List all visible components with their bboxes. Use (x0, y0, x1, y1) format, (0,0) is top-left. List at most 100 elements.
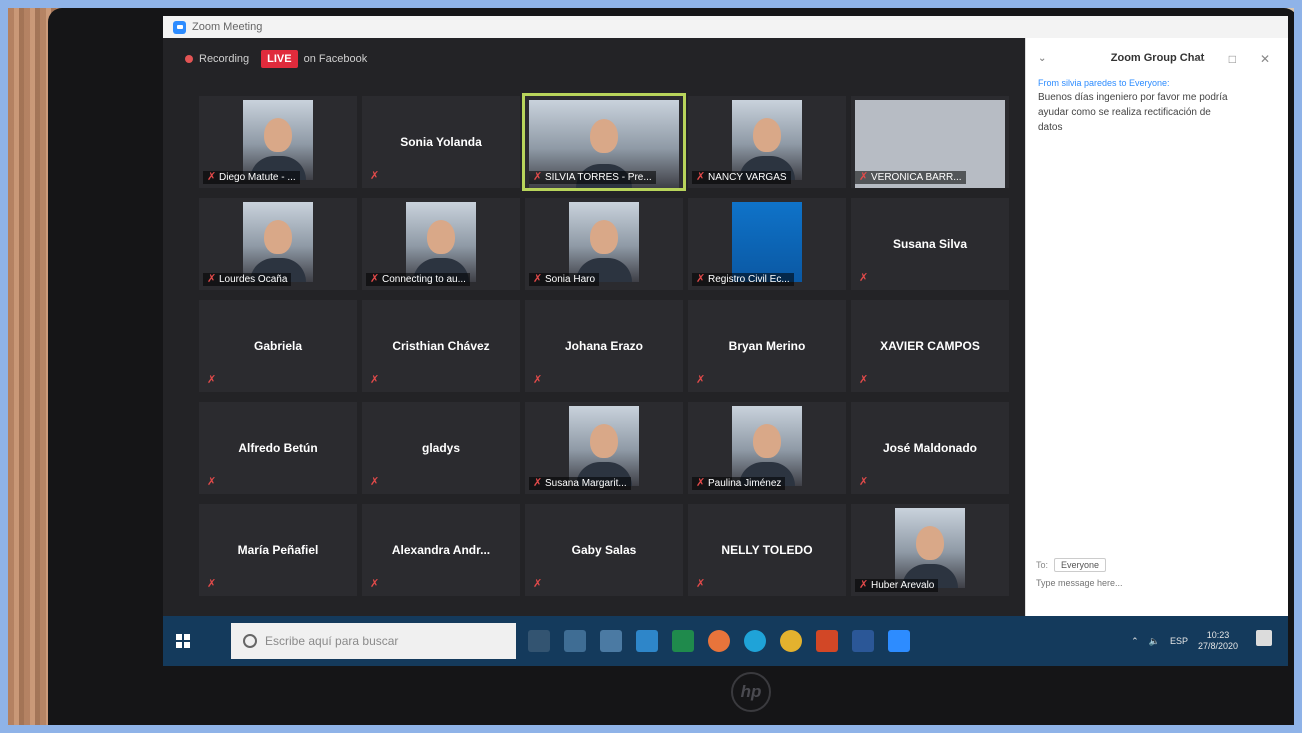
participant-tile[interactable]: NELLY TOLEDO ✗ (688, 504, 846, 596)
participant-name: SILVIA TORRES - Pre... (545, 172, 652, 183)
participant-tile[interactable]: Alfredo Betún ✗ (199, 402, 357, 494)
participant-tile[interactable]: ✗ VERONICA BARR... (851, 96, 1009, 188)
volume-icon[interactable]: 🔈 (1149, 636, 1160, 647)
participant-name: Diego Matute - ... (219, 172, 296, 183)
close-icon[interactable]: ✕ (1260, 52, 1270, 66)
mic-muted-icon: ✗ (859, 476, 869, 488)
start-button[interactable] (163, 623, 203, 659)
participant-face (264, 117, 292, 152)
participant-name: VERONICA BARR... (871, 172, 962, 183)
participant-tile[interactable]: Gabriela ✗ (199, 300, 357, 392)
recording-bar: Recording LIVE on Facebook (185, 50, 367, 68)
participant-tile[interactable]: gladys ✗ (362, 402, 520, 494)
firefox-icon[interactable] (708, 630, 730, 652)
participant-name: Registro Civil Ec... (708, 274, 790, 285)
participant-tile[interactable]: Susana Silva ✗ (851, 198, 1009, 290)
mic-muted-icon: ✗ (696, 171, 706, 183)
participant-name: Susana Silva (892, 237, 968, 251)
chevron-up-icon[interactable]: ⌃ (1131, 636, 1139, 647)
participant-name-label: ✗ Huber Arevalo (855, 579, 939, 592)
participant-video (895, 508, 965, 588)
participant-tile[interactable]: ✗ Sonia Haro (525, 198, 683, 290)
participant-face (590, 423, 618, 458)
live-badge[interactable]: LIVE (261, 50, 298, 68)
participant-name: Gaby Salas (571, 543, 637, 557)
monitor-bezel: hp Zoom Meeting — □ ✕ Recording LIVE on … (48, 8, 1294, 725)
participant-name-label: ✗ Lourdes Ocaña (203, 273, 292, 286)
participant-name-label: ✗ NANCY VARGAS (692, 171, 791, 184)
participant-video (732, 100, 802, 180)
participant-tile[interactable]: Cristhian Chávez ✗ (362, 300, 520, 392)
excel-icon[interactable] (672, 630, 694, 652)
chat-message-input[interactable] (1036, 578, 1266, 588)
participant-video (243, 202, 313, 282)
participant-name: Sonia Haro (545, 274, 596, 285)
participant-face (427, 219, 455, 254)
zoom-taskbar-icon[interactable] (888, 630, 910, 652)
calculator-icon[interactable] (564, 630, 586, 652)
participant-tile[interactable]: Bryan Merino ✗ (688, 300, 846, 392)
participant-tile[interactable]: María Peñafiel ✗ (199, 504, 357, 596)
participant-tile[interactable]: ✗ Lourdes Ocaña (199, 198, 357, 290)
participant-name: XAVIER CAMPOS (880, 339, 980, 353)
participant-name-label: ✗ Sonia Haro (529, 273, 600, 286)
participant-video (569, 202, 639, 282)
participant-tile[interactable]: José Maldonado ✗ (851, 402, 1009, 494)
clock[interactable]: 10:23 27/8/2020 (1198, 630, 1238, 652)
maximize-icon[interactable]: □ (1229, 52, 1236, 66)
mic-muted-icon: ✗ (370, 476, 380, 488)
participant-tile[interactable]: Alexandra Andr... ✗ (362, 504, 520, 596)
participant-tile[interactable]: ✗ Susana Margarit... (525, 402, 683, 494)
language-indicator[interactable]: ESP (1170, 636, 1188, 646)
system-tray: ⌃ 🔈 ESP 10:23 27/8/2020 (1131, 616, 1238, 666)
participant-tile[interactable]: Sonia Yolanda ✗ (362, 96, 520, 188)
participant-tile[interactable]: Johana Erazo ✗ (525, 300, 683, 392)
notification-center-icon[interactable] (1256, 630, 1272, 646)
participant-tile[interactable]: ✗ SILVIA TORRES - Pre... (522, 93, 686, 191)
minimize-icon[interactable]: — (1193, 52, 1205, 66)
participant-tile[interactable]: ✗ Diego Matute - ... (199, 96, 357, 188)
participant-name: Bryan Merino (728, 339, 806, 353)
participant-name: Connecting to au... (382, 274, 466, 285)
participant-face (590, 119, 618, 154)
store-icon[interactable] (600, 630, 622, 652)
participant-video (243, 100, 313, 180)
windows-taskbar: Escribe aquí para buscar ⌃ 🔈 ESP 10:23 2… (163, 616, 1288, 666)
chat-recipient-select[interactable]: Everyone (1054, 558, 1107, 572)
mic-muted-icon: ✗ (207, 374, 217, 386)
powerpoint-icon[interactable] (816, 630, 838, 652)
participant-name: Huber Arevalo (871, 580, 935, 591)
window-title: Zoom Meeting (192, 21, 263, 33)
window-controls: — □ ✕ (1193, 52, 1270, 66)
participant-tile[interactable]: ✗ Huber Arevalo (851, 504, 1009, 596)
chrome-icon[interactable] (780, 630, 802, 652)
screen: Zoom Meeting — □ ✕ Recording LIVE on Fac… (163, 16, 1288, 666)
participant-tile[interactable]: ✗ Connecting to au... (362, 198, 520, 290)
participant-tile[interactable]: ✗ Paulina Jiménez (688, 402, 846, 494)
room-background: hp Zoom Meeting — □ ✕ Recording LIVE on … (8, 8, 1294, 725)
mic-muted-icon: ✗ (533, 477, 543, 489)
recording-label[interactable]: Recording (199, 53, 249, 65)
word-icon[interactable] (852, 630, 874, 652)
mic-muted-icon: ✗ (207, 476, 217, 488)
participant-tile[interactable]: ✗ NANCY VARGAS (688, 96, 846, 188)
chevron-down-icon[interactable]: ⌄ (1038, 53, 1046, 64)
task-view-icon[interactable] (528, 630, 550, 652)
mic-muted-icon: ✗ (859, 171, 869, 183)
participant-tile[interactable]: ✗ Registro Civil Ec... (688, 198, 846, 290)
participant-name: Sonia Yolanda (400, 135, 482, 149)
edge-icon[interactable] (744, 630, 766, 652)
meeting-area: Recording LIVE on Facebook ✗ Diego Matute… (163, 38, 1025, 642)
participant-video (569, 406, 639, 486)
taskbar-search[interactable]: Escribe aquí para buscar (231, 623, 516, 659)
mic-muted-icon: ✗ (370, 374, 380, 386)
mic-muted-icon: ✗ (533, 578, 543, 590)
participant-tile[interactable]: Gaby Salas ✗ (525, 504, 683, 596)
participant-name: José Maldonado (882, 441, 977, 455)
clock-time: 10:23 (1206, 630, 1230, 640)
mic-muted-icon: ✗ (533, 374, 543, 386)
search-icon (243, 634, 257, 648)
chat-panel: ⌄ Zoom Group Chat From silvia paredes to… (1025, 38, 1288, 616)
participant-tile[interactable]: XAVIER CAMPOS ✗ (851, 300, 1009, 392)
mail-icon[interactable] (636, 630, 658, 652)
